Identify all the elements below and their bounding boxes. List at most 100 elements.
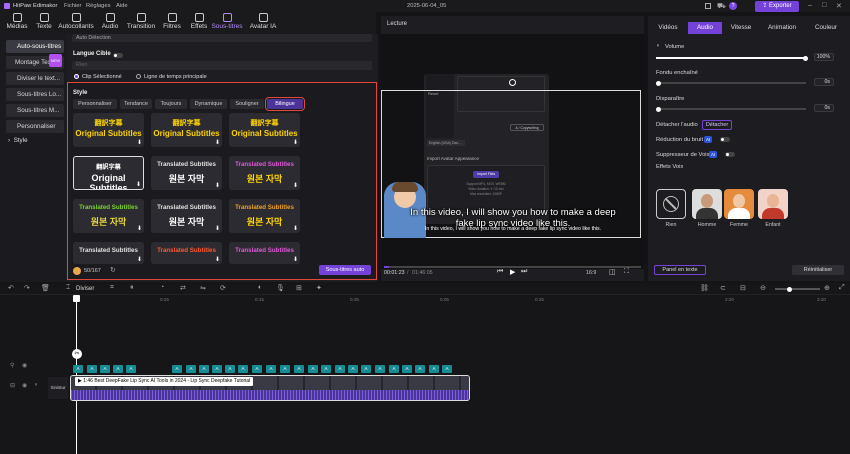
mic-icon[interactable]: 🎙	[276, 284, 285, 292]
style-tile[interactable]: 翻訳字幕 Original Subtitles ⬇	[73, 113, 144, 147]
reverse-icon[interactable]: ⇄	[180, 284, 186, 292]
mirror-icon[interactable]: ⇋	[200, 284, 206, 292]
fade-out-knob[interactable]	[656, 106, 661, 112]
fade-out-slider[interactable]	[656, 106, 806, 112]
subtitle-clip[interactable]: A	[199, 365, 209, 373]
detach-button[interactable]: Détacher	[702, 120, 732, 130]
split-label[interactable]: Diviser	[76, 286, 94, 292]
subtitle-clip[interactable]: A	[361, 365, 371, 373]
tab-videos[interactable]: Vidéos	[648, 22, 688, 34]
radio-clip[interactable]	[74, 74, 79, 79]
mask-icon[interactable]: ◐	[258, 284, 262, 291]
subtitle-clip[interactable]: A	[375, 365, 385, 373]
zoom-out-icon[interactable]: ⊖	[760, 284, 766, 292]
style-tab-toujours[interactable]: Toujours	[155, 99, 187, 109]
refresh-icon[interactable]: ↻	[110, 266, 116, 274]
minimize-icon[interactable]: –	[808, 2, 812, 9]
style-tile[interactable]: 翻訳字幕 Original Subtitles ⬇	[151, 113, 222, 147]
subtitle-clip[interactable]: A	[225, 365, 235, 373]
tab-audio[interactable]: Audio	[688, 22, 722, 34]
eye-icon[interactable]: ◉	[22, 362, 27, 369]
subtitle-clip[interactable]: A	[402, 365, 412, 373]
voice-enfant[interactable]	[758, 189, 788, 219]
subtitle-clip[interactable]: A	[335, 365, 345, 373]
play-icon[interactable]: ▶	[510, 268, 515, 276]
subtitle-clip[interactable]: A	[389, 365, 399, 373]
tool-sous-titres[interactable]: Sous-titres	[210, 13, 244, 30]
fade-in-slider[interactable]	[656, 80, 806, 86]
zoom-slider[interactable]	[775, 286, 820, 292]
nav-montage-textuel[interactable]: Montage Textuel NEW	[6, 54, 64, 69]
menu-aide[interactable]: Aide	[116, 3, 128, 9]
subtitle-clip[interactable]: A	[429, 365, 439, 373]
subtitle-clip[interactable]: A	[294, 365, 304, 373]
export-button[interactable]: ⇪ Exporter	[755, 1, 799, 12]
style-tab-tendance[interactable]: Tendance	[120, 99, 152, 109]
playhead-handle[interactable]	[73, 295, 80, 302]
subtitle-clip[interactable]: A	[126, 365, 136, 373]
tab-vitesse[interactable]: Vitesse	[724, 22, 758, 34]
cart-icon[interactable]: ⛟	[717, 2, 726, 11]
undo-icon[interactable]: ↶	[8, 284, 14, 292]
fullscreen-icon[interactable]: ⛶	[624, 268, 629, 276]
subtitle-clip[interactable]: A	[212, 365, 222, 373]
track-lock-icon[interactable]: ⊟	[10, 382, 15, 389]
subtitle-clip[interactable]: A	[87, 365, 97, 373]
volume-knob[interactable]	[803, 55, 808, 61]
magnet-icon[interactable]: ⊂	[720, 284, 726, 292]
style-tile[interactable]: 翻訳字幕 Original Subtitles ⬇	[73, 156, 144, 190]
maximize-icon[interactable]: □	[822, 2, 826, 9]
nav-diviser-texte[interactable]: Diviser le text...	[6, 72, 64, 85]
nav-auto-sous-titres[interactable]: Auto-sous-titres	[6, 40, 64, 53]
subtitle-clip[interactable]: A	[186, 365, 196, 373]
subtitle-clip[interactable]: A	[73, 365, 83, 373]
subtitle-clip[interactable]: A	[113, 365, 123, 373]
freeze-icon[interactable]: ⏸	[130, 284, 134, 292]
video-clip[interactable]: ▶ 1:46 Best DeepFake Lip Sync AI Tools i…	[70, 375, 470, 401]
nav-sous-titres-m[interactable]: Sous-titres M...	[6, 104, 64, 117]
style-tile[interactable]: Translated Subtitles 원본 자막 ⬇	[73, 199, 144, 233]
style-tile[interactable]: Translated Subtitles ⬇	[73, 242, 144, 264]
track-cover[interactable]: Sinistur	[48, 377, 68, 399]
style-tab-personnaliser[interactable]: Personnaliser	[73, 99, 117, 109]
target-lang-select[interactable]: Rien	[72, 61, 372, 70]
style-tab-bilingue[interactable]: Bilingue	[265, 97, 305, 111]
tool-medias[interactable]: Médias	[3, 13, 31, 30]
subtitle-clip[interactable]: A	[266, 365, 276, 373]
rotate-icon[interactable]: ⟳	[220, 284, 226, 292]
style-tile[interactable]: Translated Subtitles 원본 자막 ⬇	[151, 199, 222, 233]
speed-icon[interactable]: ◔	[160, 284, 164, 291]
voice-femme[interactable]	[724, 189, 754, 219]
tool-texte[interactable]: Texte	[30, 13, 58, 30]
track-audio-icon[interactable]: ◖	[34, 382, 38, 388]
zoom-knob[interactable]	[787, 286, 792, 292]
subtitle-clip[interactable]: A	[172, 365, 182, 373]
voice-homme[interactable]	[692, 189, 722, 219]
preview-track-icon[interactable]: ⊟	[740, 284, 746, 292]
tool-avatar-ia[interactable]: Avatar IA	[247, 13, 279, 30]
subtitle-clip[interactable]: A	[321, 365, 331, 373]
text-panel-button[interactable]: Panel en texte	[654, 265, 706, 275]
auto-subtitles-button[interactable]: Sous-titres auto	[319, 265, 371, 275]
ai-tools-icon[interactable]: ✦	[316, 284, 322, 292]
scissors-icon[interactable]: ✂	[72, 349, 82, 359]
radio-timeline[interactable]	[136, 74, 141, 79]
subtitle-clip[interactable]: A	[348, 365, 358, 373]
tool-filtres[interactable]: Filtres	[158, 13, 186, 30]
redo-icon[interactable]: ↷	[24, 284, 30, 292]
tab-animation[interactable]: Animation	[762, 22, 802, 34]
tab-couleur[interactable]: Couleur	[806, 22, 846, 34]
next-frame-icon[interactable]: ⏭	[521, 268, 527, 276]
close-icon[interactable]: ✕	[836, 2, 842, 10]
fit-icon[interactable]: ⤢	[839, 284, 845, 292]
subtitle-clip[interactable]: A	[100, 365, 110, 373]
grid-icon[interactable]	[705, 3, 711, 9]
style-tile[interactable]: 翻訳字幕 Original Subtitles ⬇	[229, 113, 300, 147]
fade-in-value[interactable]: 0s	[814, 78, 834, 86]
subtitle-clip[interactable]: A	[252, 365, 262, 373]
subtitle-clip[interactable]: A	[442, 365, 452, 373]
text-to-speech-icon[interactable]: ⊞	[296, 284, 302, 292]
menu-reglages[interactable]: Réglages	[86, 3, 111, 9]
target-lang-toggle[interactable]	[113, 53, 123, 58]
tool-transition[interactable]: Transition	[125, 13, 157, 30]
